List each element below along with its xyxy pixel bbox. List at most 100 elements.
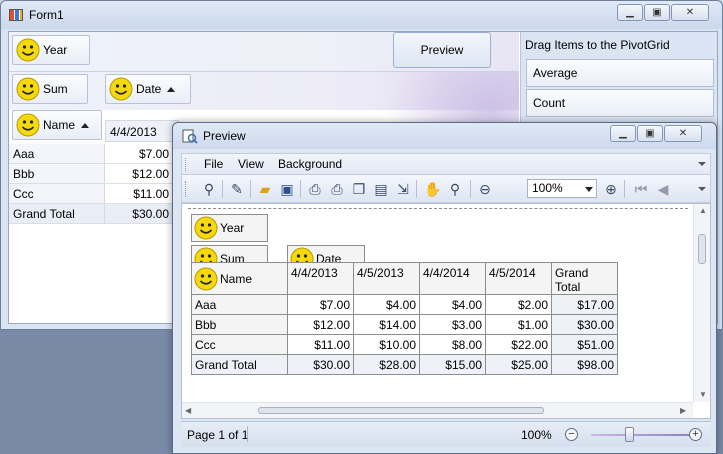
- zoom-in-icon[interactable]: ⊕: [602, 180, 620, 198]
- preview-titlebar[interactable]: Preview ▁ ▣ ✕: [173, 123, 716, 149]
- toolbar-grip: [185, 181, 187, 197]
- header-footer-icon[interactable]: ▤: [372, 180, 390, 198]
- table-row[interactable]: Aaa $7.00: [9, 144, 179, 164]
- chevron-down-icon[interactable]: [585, 187, 593, 192]
- first-page-icon[interactable]: ⏮: [632, 180, 650, 198]
- open-folder-icon[interactable]: ▰: [256, 180, 274, 198]
- quick-print-icon[interactable]: ⎙: [328, 180, 346, 198]
- vertical-scroll-thumb[interactable]: [698, 234, 706, 264]
- field-date-button[interactable]: Date: [105, 74, 191, 104]
- menu-file[interactable]: File: [204, 157, 223, 171]
- preview-document-area: Year Sum Date Name 4/4/2013 4/5/2013 4/4…: [181, 203, 711, 419]
- pivot-app-icon: [9, 9, 23, 21]
- preview-close-button[interactable]: ✕: [664, 125, 702, 142]
- form1-titlebar[interactable]: Form1 ▁ ▣ ✕: [1, 1, 722, 29]
- maximize-button[interactable]: ▣: [644, 4, 670, 21]
- zoom-out-button[interactable]: −: [565, 428, 578, 441]
- menu-view[interactable]: View: [238, 157, 264, 171]
- zoom-in-button[interactable]: +: [689, 428, 702, 441]
- report-column-header: 4/4/2013: [287, 262, 354, 295]
- smiley-icon: [16, 77, 40, 101]
- table-row[interactable]: Ccc $11.00: [9, 184, 179, 204]
- row-name: Grand Total: [13, 207, 75, 221]
- report-field-year: Year: [191, 214, 268, 242]
- row-name: Bbb: [191, 314, 288, 335]
- vertical-scrollbar[interactable]: ▲ ▼: [693, 204, 710, 402]
- hand-tool-icon[interactable]: ✋: [424, 180, 442, 198]
- statusbar-separator: [247, 426, 248, 442]
- field-year-button[interactable]: Year: [12, 35, 90, 65]
- sort-ascending-icon: [81, 122, 90, 128]
- preview-title: Preview: [203, 129, 246, 143]
- report-pivot-table: Name 4/4/2013 4/5/2013 4/4/2014 4/5/2014…: [191, 262, 618, 375]
- report-column-header: 4/5/2014: [485, 262, 552, 295]
- horizontal-scrollbar[interactable]: ◀ ▶: [182, 402, 693, 418]
- previous-page-icon[interactable]: ◀: [654, 180, 672, 198]
- table-row: Aaa $7.00 $4.00 $4.00 $2.00 $17.00: [191, 294, 618, 315]
- smiley-icon: [194, 216, 218, 240]
- row-name: Grand Total: [191, 354, 288, 375]
- value-cell: $15.00: [419, 354, 486, 375]
- report-column-header: 4/5/2013: [353, 262, 420, 295]
- magnifier-icon[interactable]: ⚲: [446, 180, 464, 198]
- field-sum-label: Sum: [43, 82, 68, 96]
- preview-button[interactable]: Preview: [393, 32, 491, 68]
- horizontal-scroll-thumb[interactable]: [258, 407, 544, 414]
- value-cell: $3.00: [419, 314, 486, 335]
- report-field-name-label: Name: [220, 271, 253, 286]
- menu-background[interactable]: Background: [278, 157, 342, 171]
- print-dialog-icon[interactable]: ⎙: [306, 180, 324, 198]
- table-row[interactable]: Bbb $12.00: [9, 164, 179, 184]
- zoom-combobox[interactable]: 100%: [527, 179, 597, 198]
- minimize-button[interactable]: ▁: [617, 4, 643, 21]
- preview-minimize-button[interactable]: ▁: [610, 125, 636, 142]
- row-value: $30.00: [132, 207, 169, 221]
- close-button[interactable]: ✕: [671, 4, 709, 21]
- sort-ascending-icon: [167, 86, 176, 92]
- field-name-label: Name: [43, 118, 76, 132]
- menubar-overflow-icon[interactable]: [698, 162, 706, 166]
- preview-maximize-button[interactable]: ▣: [637, 125, 663, 142]
- field-year-label: Year: [43, 43, 68, 57]
- table-row: Bbb $12.00 $14.00 $3.00 $1.00 $30.00: [191, 314, 618, 335]
- row-value: $11.00: [133, 187, 169, 201]
- toolbar-separator: [222, 180, 223, 198]
- smiley-icon: [16, 38, 40, 62]
- scroll-down-icon[interactable]: ▼: [699, 390, 707, 399]
- report-field-name: Name: [194, 267, 285, 291]
- scroll-up-icon[interactable]: ▲: [699, 206, 707, 215]
- column-header-date: 4/4/2013: [110, 125, 157, 139]
- scale-icon[interactable]: ⇲: [394, 180, 412, 198]
- page-setup-icon[interactable]: ❐: [350, 180, 368, 198]
- grand-total-cell: $17.00: [551, 294, 618, 315]
- row-name: Ccc: [191, 334, 288, 355]
- toolbar-separator: [250, 180, 251, 198]
- value-cell: $1.00: [485, 314, 552, 335]
- report-row-field-cell: Name: [191, 262, 288, 295]
- zoom-percent: 100%: [521, 428, 552, 442]
- field-sum-button[interactable]: Sum: [12, 74, 88, 104]
- find-binoculars-icon[interactable]: ⚲: [200, 180, 218, 198]
- field-name-button[interactable]: Name: [12, 110, 102, 140]
- zoom-out-icon[interactable]: ⊖: [476, 180, 494, 198]
- scroll-right-icon[interactable]: ▶: [680, 406, 686, 415]
- column-header-cell[interactable]: 4/4/2013: [105, 120, 179, 142]
- value-cell: $22.00: [485, 334, 552, 355]
- zoom-slider-track[interactable]: [591, 434, 691, 436]
- smiley-icon: [194, 267, 218, 290]
- scroll-left-icon[interactable]: ◀: [185, 406, 191, 415]
- save-disk-icon[interactable]: ▣: [278, 180, 296, 198]
- field-list-item-average[interactable]: Average: [526, 59, 714, 87]
- value-cell: $4.00: [419, 294, 486, 315]
- field-list-item-count[interactable]: Count: [526, 89, 714, 117]
- toolbar-separator: [300, 180, 301, 198]
- field-date-label: Date: [136, 82, 162, 96]
- customize-icon[interactable]: ✎: [228, 180, 246, 198]
- grand-total-row[interactable]: Grand Total $30.00: [9, 204, 179, 224]
- preview-statusbar: Page 1 of 1 100% − +: [181, 421, 711, 447]
- zoom-slider-thumb[interactable]: [625, 427, 634, 442]
- grand-total-cell: $30.00: [551, 314, 618, 335]
- zoom-combobox-value: 100%: [532, 181, 563, 195]
- toolbar-overflow-icon[interactable]: [698, 187, 706, 191]
- value-cell: $12.00: [287, 314, 354, 335]
